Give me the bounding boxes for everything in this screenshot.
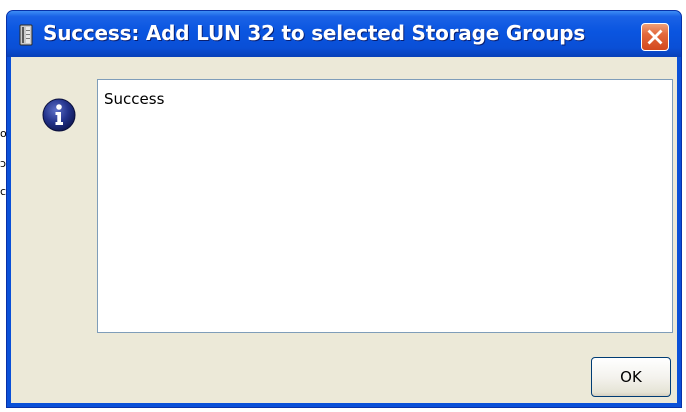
information-icon xyxy=(41,97,77,133)
dialog-title: Success: Add LUN 32 to selected Storage … xyxy=(43,21,586,45)
screenshot: o ɔ c Success: Add LUN 32 to selected St… xyxy=(0,0,686,412)
message-text-area[interactable]: Success xyxy=(97,79,673,333)
message-text: Success xyxy=(104,90,165,108)
dialog-titlebar[interactable]: Success: Add LUN 32 to selected Storage … xyxy=(7,11,681,57)
storage-server-icon xyxy=(19,24,33,46)
success-dialog: Success: Add LUN 32 to selected Storage … xyxy=(6,10,682,408)
dialog-body: Success OK xyxy=(11,57,677,403)
close-icon xyxy=(647,29,663,45)
close-button[interactable] xyxy=(641,23,669,51)
ok-button[interactable]: OK xyxy=(591,357,671,397)
